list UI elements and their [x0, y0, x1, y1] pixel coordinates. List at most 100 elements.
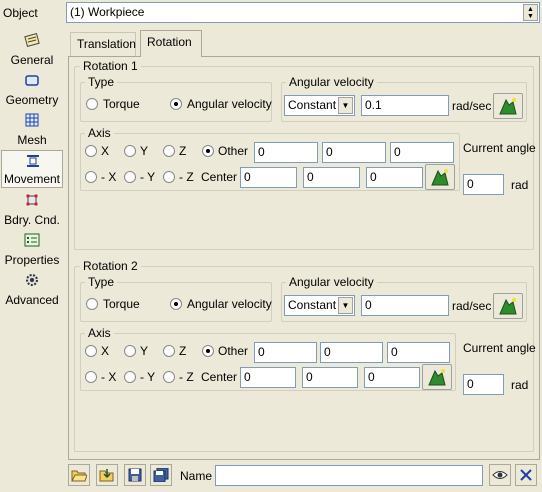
rotation1-axis-x-label: X [101, 144, 110, 158]
object-select[interactable]: (1) Workpiece ▲ ▼ [66, 2, 540, 23]
rotation1-center-x-input[interactable]: 0 [240, 167, 297, 188]
rotation1-center-label: Center [201, 170, 238, 184]
sidebar-item-label: Advanced [5, 293, 59, 307]
sidebar-item-mesh[interactable]: Mesh [1, 110, 63, 148]
select-value: Constant [288, 298, 337, 312]
rotation2-axis-y-radio[interactable] [124, 345, 136, 357]
function-wizard-icon [499, 298, 517, 315]
rotation2-angvel-input[interactable]: 0 [361, 295, 449, 316]
tab-rotation[interactable]: Rotation [140, 30, 202, 57]
name-input[interactable] [215, 465, 483, 486]
rotation2-angular-velocity-label: Angular velocity [187, 297, 272, 311]
import-button[interactable] [96, 464, 118, 486]
rotation2-angvel-function-button[interactable] [493, 293, 523, 319]
input-value: 0 [307, 170, 314, 184]
rotation2-current-angle-input[interactable]: 0 [463, 374, 504, 395]
rotation1-title: Rotation 1 [80, 59, 141, 73]
rotation1-center-y-input[interactable]: 0 [303, 167, 360, 188]
rotation2-axis-title: Axis [85, 326, 114, 340]
rotation2-axis-neg-x-label: - X [101, 370, 117, 384]
rotation1-angvel-title: Angular velocity [286, 75, 377, 89]
input-value: 0 [467, 377, 474, 391]
rotation1-center-z-input[interactable]: 0 [366, 167, 423, 188]
rotation1-axis-other-radio[interactable] [202, 145, 214, 157]
delete-button[interactable] [515, 464, 537, 486]
rotation1-axis-neg-z-radio[interactable] [163, 171, 175, 183]
rotation1-axis-x-radio[interactable] [85, 145, 97, 157]
rotation2-axis-neg-y-radio[interactable] [124, 371, 136, 383]
rotation2-center-z-input[interactable]: 0 [364, 367, 420, 388]
rotation2-other-y-input[interactable]: 0 [320, 342, 383, 363]
select-value: Constant [288, 98, 337, 112]
rotation1-axis-other-label: Other [218, 144, 249, 158]
spin-arrows-icon[interactable]: ▲ ▼ [523, 4, 538, 21]
chevron-down-icon[interactable]: ▼ [338, 297, 353, 314]
input-value: 0 [467, 177, 474, 191]
rotation2-other-z-input[interactable]: 0 [387, 342, 450, 363]
sidebar-item-general[interactable]: General [1, 30, 63, 68]
rotation1-angvel-mode-select[interactable]: Constant ▼ [284, 95, 355, 116]
rotation1-axis-neg-x-radio[interactable] [85, 171, 97, 183]
input-value: 0 [368, 370, 375, 384]
rotation2-angvel-mode-select[interactable]: Constant ▼ [284, 295, 355, 316]
rotation1-axis-neg-y-label: - Y [140, 170, 156, 184]
rotation1-current-angle-label: Current angle [463, 141, 536, 155]
rotation1-angvel-input[interactable]: 0.1 [361, 95, 449, 116]
rotation2-center-y-input[interactable]: 0 [302, 367, 358, 388]
object-label: Object [3, 6, 38, 20]
rotation1-angvel-function-button[interactable] [493, 93, 523, 119]
rotation1-angular-velocity-radio[interactable] [170, 98, 182, 110]
rotation2-angvel-title: Angular velocity [286, 275, 377, 289]
rotation2-axis-x-radio[interactable] [85, 345, 97, 357]
rotation1-torque-label: Torque [103, 97, 140, 111]
rotation2-axis-neg-x-radio[interactable] [85, 371, 97, 383]
sidebar-item-properties[interactable]: Properties [1, 230, 63, 268]
rotation2-angular-velocity-radio[interactable] [170, 298, 182, 310]
rotation1-axis-neg-y-radio[interactable] [124, 171, 136, 183]
rotation1-torque-radio[interactable] [86, 98, 98, 110]
rotation2-other-x-input[interactable]: 0 [254, 342, 317, 363]
rotation1-other-y-input[interactable]: 0 [322, 142, 386, 163]
rotation1-angvel-unit: rad/sec [452, 99, 492, 113]
rotation1-center-function-button[interactable] [425, 164, 455, 190]
sidebar-item-label: Mesh [17, 133, 47, 147]
input-value: 0 [258, 345, 265, 359]
rotation2-axis-other-radio[interactable] [202, 345, 214, 357]
rotation2-center-label: Center [201, 370, 238, 384]
close-icon [520, 469, 532, 481]
function-wizard-icon [499, 98, 517, 115]
input-value: 0 [244, 370, 251, 384]
chevron-down-icon[interactable]: ▼ [338, 97, 353, 114]
rotation2-center-function-button[interactable] [422, 364, 452, 390]
rotation2-center-x-input[interactable]: 0 [240, 367, 296, 388]
rotation2-axis-neg-z-label: - Z [179, 370, 194, 384]
rotation2-axis-x-label: X [101, 344, 110, 358]
rotation2-axis-z-radio[interactable] [163, 345, 175, 357]
tab-label: Translation [77, 37, 136, 51]
tab-translation[interactable]: Translation [70, 32, 136, 56]
save-as-button[interactable] [150, 464, 172, 486]
rotation2-axis-other-label: Other [218, 344, 249, 358]
input-value: 0 [324, 345, 331, 359]
sidebar-item-geometry[interactable]: Geometry [1, 70, 63, 108]
sidebar-item-bdry-cnd[interactable]: Bdry. Cnd. [1, 190, 63, 228]
open-button[interactable] [68, 464, 90, 486]
object-select-value: (1) Workpiece [70, 5, 145, 19]
function-wizard-icon [428, 369, 446, 386]
sidebar-item-movement[interactable]: Movement [1, 150, 63, 188]
rotation2-current-angle-label: Current angle [463, 341, 536, 355]
rotation1-axis-y-radio[interactable] [124, 145, 136, 157]
boundary-condition-icon [26, 194, 38, 206]
input-value: 0 [306, 370, 313, 384]
input-value: 0 [394, 145, 401, 159]
rotation1-other-x-input[interactable]: 0 [254, 142, 318, 163]
rotation1-axis-z-radio[interactable] [163, 145, 175, 157]
sidebar-item-advanced[interactable]: Advanced [1, 270, 63, 308]
view-button[interactable] [489, 464, 511, 486]
rotation2-axis-neg-z-radio[interactable] [163, 371, 175, 383]
rotation1-current-angle-input[interactable]: 0 [463, 174, 504, 195]
rotation2-title: Rotation 2 [80, 259, 141, 273]
rotation1-other-z-input[interactable]: 0 [390, 142, 454, 163]
save-button[interactable] [124, 464, 146, 486]
rotation2-torque-radio[interactable] [86, 298, 98, 310]
